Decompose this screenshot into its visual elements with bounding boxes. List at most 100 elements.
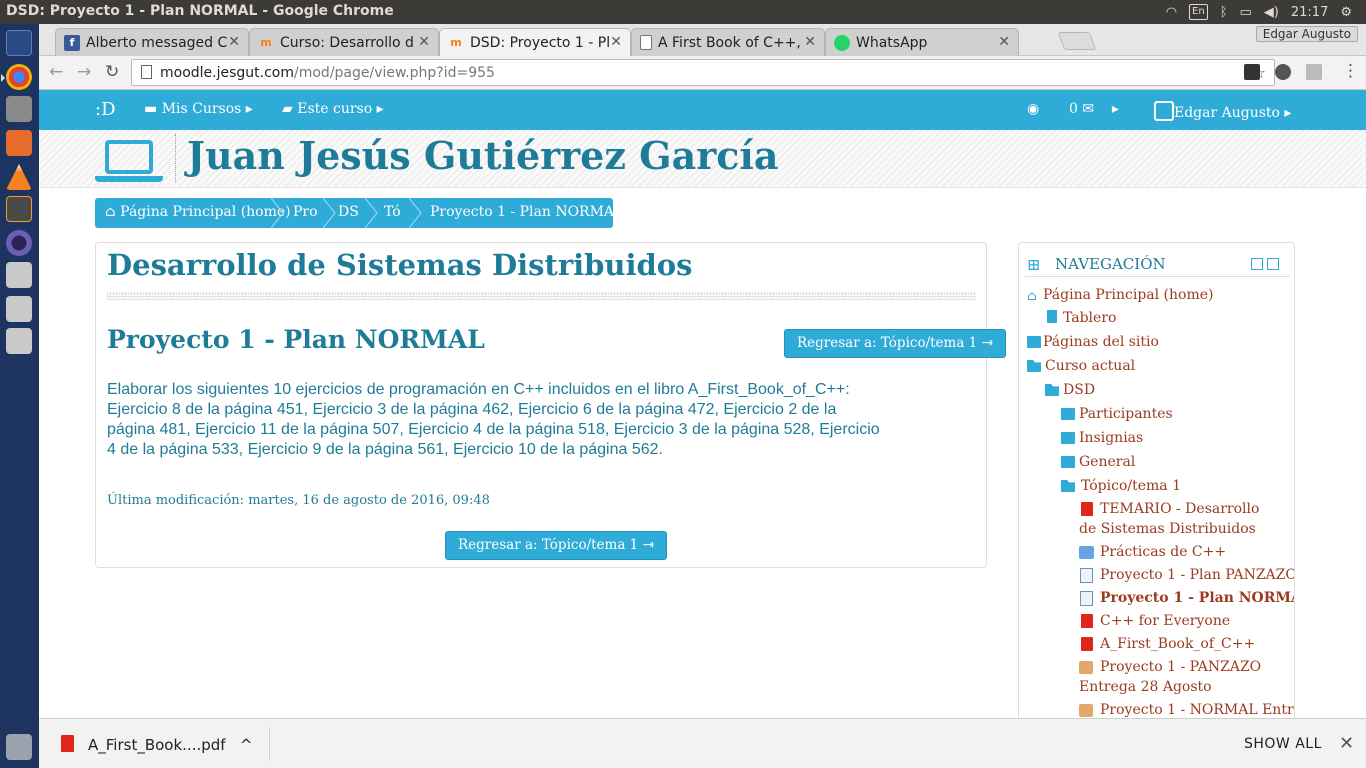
window-title: DSD: Proyecto 1 - Plan NORMAL - Google C… <box>6 3 394 19</box>
gear-icon[interactable]: ⚙ <box>1340 5 1352 20</box>
nav-item-cpp-for-everyone[interactable]: C++ for Everyone <box>1100 611 1230 631</box>
drive-icon[interactable] <box>6 328 32 354</box>
avatar <box>1154 101 1174 121</box>
header-divider <box>175 134 176 182</box>
page-icon <box>141 65 152 79</box>
nav-item-current-course[interactable]: Curso actual <box>1045 356 1135 376</box>
close-icon[interactable]: ✕ <box>418 34 430 50</box>
nav-item-home[interactable]: Página Principal (home) <box>1043 285 1213 305</box>
breadcrumb-current: Proyecto 1 - Plan NORMAL <box>430 204 624 220</box>
extension-icon[interactable] <box>1244 64 1260 80</box>
page-content-text: Elaborar los siguientes 10 ejercicios de… <box>107 381 880 458</box>
nav-item-plan-panzazo[interactable]: Proyecto 1 - Plan PANZAZO <box>1100 565 1294 585</box>
drive-icon[interactable] <box>6 262 32 288</box>
facebook-icon: f <box>64 34 80 51</box>
document-icon <box>1047 310 1057 323</box>
close-icon[interactable]: ✕ <box>1339 733 1354 754</box>
close-icon[interactable]: ✕ <box>228 34 240 50</box>
dock-block-icon[interactable] <box>1267 258 1279 270</box>
close-icon[interactable]: ✕ <box>998 34 1010 50</box>
drive-icon[interactable] <box>6 296 32 322</box>
return-to-topic-button-bottom[interactable]: Regresar a: Tópico/tema 1 ⇥ <box>445 531 667 560</box>
tab-dsd-proyecto[interactable]: m DSD: Proyecto 1 - Pl ✕ <box>439 28 631 56</box>
chevron-up-icon[interactable]: ^ <box>240 736 253 754</box>
close-icon[interactable]: ✕ <box>804 34 816 50</box>
show-all-button[interactable]: SHOW ALL <box>1244 736 1322 752</box>
my-courses-menu[interactable]: ▬ Mis Cursos ▸ <box>144 101 253 117</box>
whatsapp-icon <box>834 34 850 51</box>
nav-item-entrega-normal[interactable]: Proyecto 1 - NORMAL Entrega <box>1100 700 1294 718</box>
wifi-icon[interactable]: ◠ <box>1166 5 1177 20</box>
extension-icon[interactable] <box>1275 64 1291 80</box>
nav-item-topic-1[interactable]: Tópico/tema 1 <box>1081 476 1181 496</box>
last-modified: Última modificación: martes, 16 de agost… <box>107 493 490 508</box>
nav-item-dashboard[interactable]: Tablero <box>1063 308 1116 328</box>
tab-first-book[interactable]: A First Book of C++, ✕ <box>631 28 825 56</box>
eclipse-icon[interactable] <box>6 230 32 256</box>
url-host: moodle.jesgut.com <box>160 65 295 81</box>
download-bar: A_First_Book....pdf ^ SHOW ALL ✕ <box>39 718 1366 768</box>
breadcrumb-item[interactable]: Pro <box>293 204 318 220</box>
tab-curso[interactable]: m Curso: Desarrollo d ✕ <box>249 28 439 56</box>
breadcrumb: ⌂ Página Principal (home) Pro DS Tó Proy… <box>95 198 623 228</box>
tab-whatsapp[interactable]: WhatsApp ✕ <box>825 28 1019 56</box>
moodle-icon: m <box>260 35 272 49</box>
sitemap-icon: ⊞ <box>1027 255 1041 274</box>
clock[interactable]: 21:17 <box>1291 5 1328 20</box>
nav-item-first-book[interactable]: A_First_Book_of_C++ <box>1100 634 1255 654</box>
moodle-icon: m <box>450 35 462 49</box>
web-page: :D ▬ Mis Cursos ▸ ▰ Este curso ▸ ◉ 0 ✉ ▸… <box>39 90 1366 718</box>
launcher <box>0 24 39 768</box>
chrome-icon[interactable] <box>1 64 32 90</box>
nav-item-participants[interactable]: Participantes <box>1079 404 1173 424</box>
this-course-menu[interactable]: ▰ Este curso ▸ <box>282 101 384 117</box>
nav-item-site-pages[interactable]: Páginas del sitio <box>1043 332 1159 352</box>
menu-icon[interactable]: ⋮ <box>1342 61 1359 81</box>
minimize-block-icon[interactable] <box>1251 258 1263 270</box>
keyboard-layout-indicator[interactable]: En <box>1189 4 1208 20</box>
nav-item-dsd[interactable]: DSD <box>1063 380 1095 400</box>
forward-button[interactable]: → <box>77 62 91 82</box>
nav-item-badges[interactable]: Insignias <box>1079 428 1143 448</box>
messages-menu[interactable]: 0 ✉ ▸ <box>1069 101 1119 117</box>
close-icon[interactable]: ✕ <box>610 34 622 50</box>
trash-icon[interactable] <box>6 734 32 760</box>
folder-icon <box>1079 546 1094 559</box>
nav-item-entrega-panzazo[interactable]: Proyecto 1 - PANZAZO Entrega 28 Agosto <box>1079 657 1289 697</box>
dash-icon[interactable] <box>6 30 32 56</box>
moodle-navbar: :D ▬ Mis Cursos ▸ ▰ Este curso ▸ ◉ 0 ✉ ▸… <box>39 90 1366 130</box>
new-tab-button[interactable] <box>1057 32 1097 50</box>
user-menu[interactable]: Edgar Augusto ▸ <box>1154 101 1291 121</box>
course-title: Desarrollo de Sistemas Distribuidos <box>107 248 693 282</box>
return-to-topic-button[interactable]: Regresar a: Tópico/tema 1 ⇥ <box>784 329 1006 358</box>
breadcrumb-home[interactable]: ⌂ Página Principal (home) <box>105 204 291 220</box>
vlc-icon[interactable] <box>6 164 32 190</box>
page-icon <box>1080 591 1093 606</box>
nav-item-practicas[interactable]: Prácticas de C++ <box>1100 542 1226 562</box>
profile-button[interactable]: Edgar Augusto <box>1255 26 1358 42</box>
sublime-icon[interactable] <box>6 196 32 222</box>
folder-icon <box>1061 432 1075 444</box>
site-title: Juan Jesús Gutiérrez García <box>187 133 779 178</box>
brand-link[interactable]: :D <box>95 99 116 120</box>
book-icon: ▰ <box>282 101 298 117</box>
back-button[interactable]: ← <box>49 62 63 82</box>
address-bar[interactable]: moodle.jesgut.com/mod/page/view.php?id=9… <box>131 59 1275 86</box>
bluetooth-icon[interactable]: ᛒ <box>1220 5 1228 20</box>
reload-button[interactable]: ↻ <box>105 62 119 82</box>
extension-icon[interactable] <box>1306 64 1322 80</box>
nav-item-temario[interactable]: TEMARIO - Desarrollo de Sistemas Distrib… <box>1079 499 1274 539</box>
volume-icon[interactable]: ◀) <box>1264 5 1279 20</box>
software-center-icon[interactable] <box>6 130 32 156</box>
nav-item-general[interactable]: General <box>1079 452 1135 472</box>
nav-item-plan-normal[interactable]: Proyecto 1 - Plan NORMAL <box>1100 588 1294 608</box>
envelope-icon: ✉ <box>1082 101 1095 117</box>
navigation-title: NAVEGACIÓN <box>1055 255 1166 273</box>
tab-facebook[interactable]: f Alberto messaged C ✕ <box>55 28 249 56</box>
notifications-icon[interactable]: ◉ <box>1027 101 1039 117</box>
breadcrumb-item[interactable]: DS <box>338 204 359 220</box>
files-icon[interactable] <box>6 96 32 122</box>
breadcrumb-item[interactable]: Tó <box>384 204 401 220</box>
battery-icon[interactable]: ▭ <box>1240 5 1252 20</box>
download-item[interactable]: A_First_Book....pdf ^ <box>88 736 252 754</box>
